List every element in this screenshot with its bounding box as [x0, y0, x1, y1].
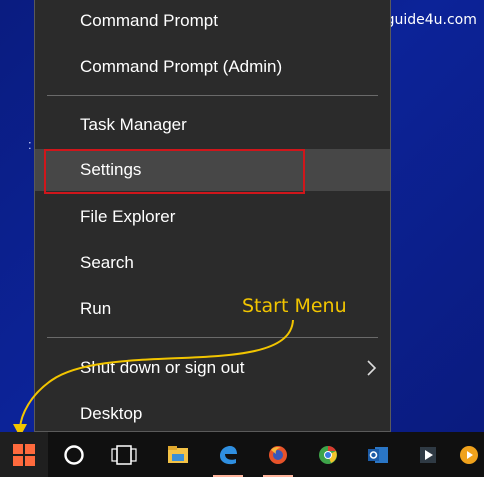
edge-browser-icon	[220, 445, 237, 464]
menu-separator	[47, 95, 378, 96]
file-explorer-icon	[168, 445, 188, 463]
menu-item-shut-down[interactable]: Shut down or sign out	[35, 347, 390, 389]
menu-item-command-prompt-admin[interactable]: Command Prompt (Admin)	[35, 46, 390, 88]
task-view-icon	[111, 444, 137, 465]
chrome-taskbar-button[interactable]	[304, 432, 352, 477]
media-player-icon	[460, 445, 478, 464]
menu-item-label: Desktop	[80, 404, 143, 423]
taskbar	[0, 432, 484, 477]
desktop-mark: :	[28, 137, 32, 152]
menu-item-label: Run	[80, 299, 112, 318]
menu-item-file-explorer[interactable]: File Explorer	[35, 196, 390, 238]
media-taskbar-button[interactable]	[454, 432, 484, 477]
outlook-taskbar-button[interactable]	[354, 432, 402, 477]
menu-item-label: Command Prompt (Admin)	[80, 57, 283, 76]
settings-highlight-box	[44, 149, 305, 194]
firefox-icon	[269, 445, 287, 464]
start-button[interactable]	[0, 432, 48, 477]
menu-item-search[interactable]: Search	[35, 242, 390, 284]
menu-separator	[47, 337, 378, 338]
cortana-circle-icon	[64, 444, 84, 465]
winx-context-menu: Command Prompt Command Prompt (Admin) Ta…	[34, 0, 391, 432]
task-view-button[interactable]	[100, 432, 148, 477]
annotation-start-menu-label: Start Menu	[242, 295, 347, 317]
menu-item-desktop[interactable]: Desktop	[35, 393, 390, 435]
windows-start-icon	[13, 443, 35, 466]
cortana-button[interactable]	[50, 432, 98, 477]
edge-taskbar-button[interactable]	[204, 432, 252, 477]
menu-item-label: Task Manager	[80, 115, 187, 134]
app-taskbar-button[interactable]	[404, 432, 452, 477]
menu-item-label: Shut down or sign out	[80, 358, 245, 377]
menu-item-label: File Explorer	[80, 207, 176, 226]
menu-item-command-prompt[interactable]: Command Prompt	[35, 0, 390, 42]
chevron-right-icon	[367, 360, 377, 376]
menu-item-label: Command Prompt	[80, 11, 218, 30]
menu-item-task-manager[interactable]: Task Manager	[35, 104, 390, 146]
file-explorer-taskbar-button[interactable]	[154, 432, 202, 477]
app-tile-icon	[420, 446, 436, 463]
firefox-taskbar-button[interactable]	[254, 432, 302, 477]
menu-item-label: Search	[80, 253, 134, 272]
chrome-icon	[319, 445, 337, 464]
outlook-icon	[368, 446, 388, 463]
